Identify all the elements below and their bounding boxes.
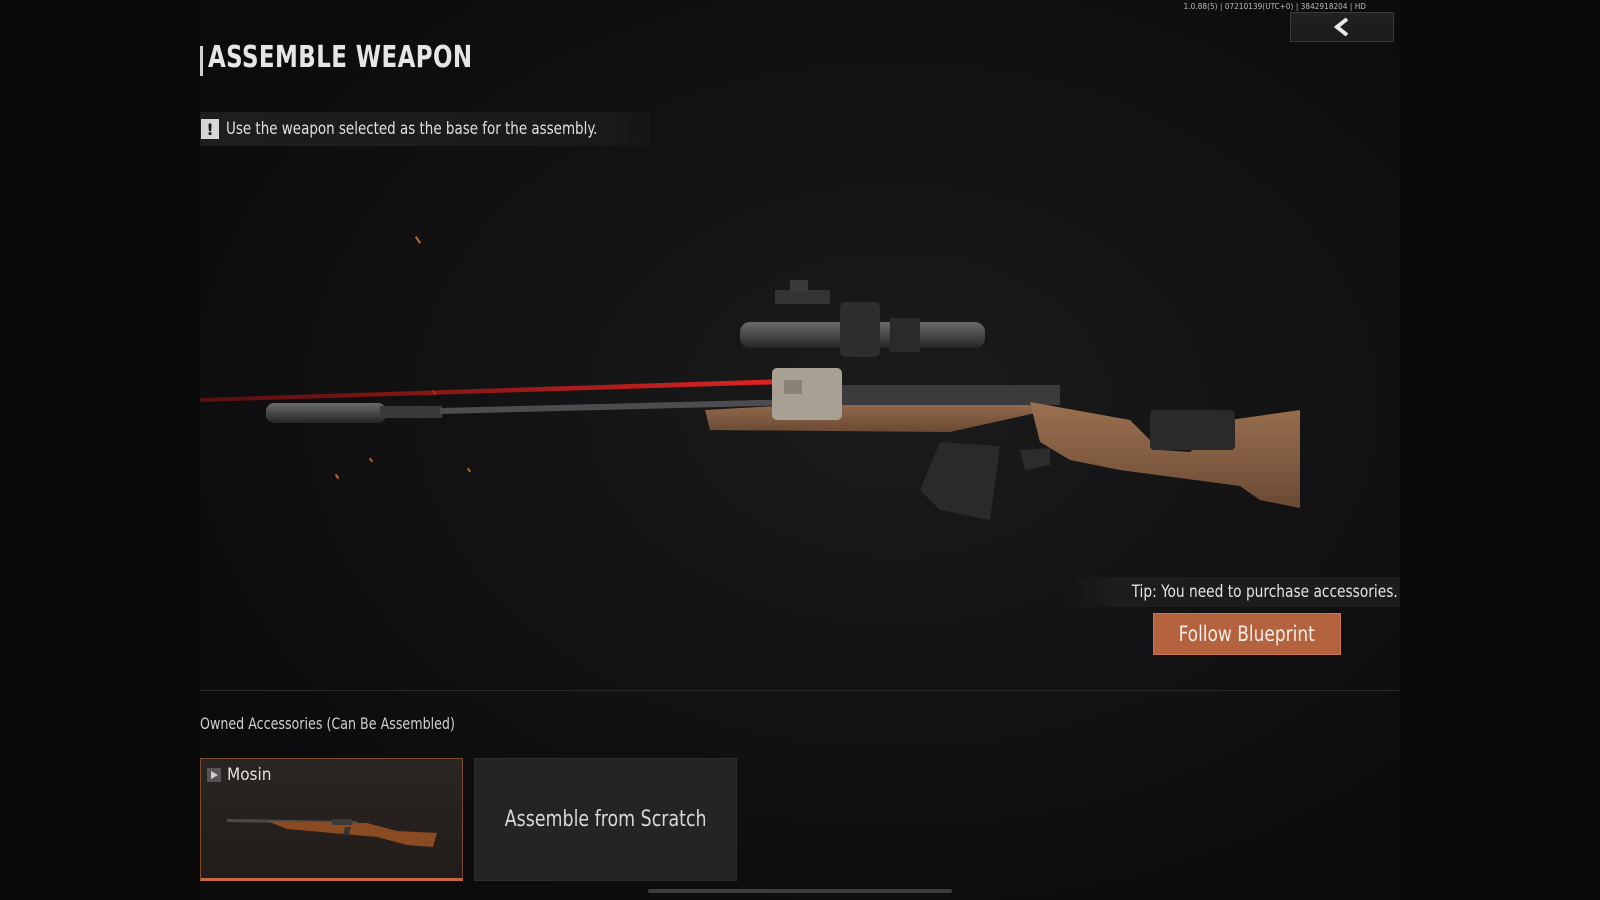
follow-blueprint-button[interactable]: Follow Blueprint (1153, 613, 1341, 655)
laser-beam (200, 379, 785, 402)
weapon-card-name: Mosin (227, 765, 272, 785)
assemble-from-scratch-card[interactable]: Assemble from Scratch (474, 758, 737, 881)
chevron-left-icon (1333, 17, 1349, 37)
play-icon (207, 768, 221, 782)
game-screen: 1.0.88(5) | 07210139(UTC+0) | 3842918204… (0, 0, 1600, 900)
scope (740, 280, 985, 357)
follow-blueprint-label: Follow Blueprint (1178, 622, 1316, 646)
notice-text: Use the weapon selected as the base for … (226, 119, 598, 139)
back-button[interactable] (1290, 12, 1394, 42)
page-title: ASSEMBLE WEAPON (208, 40, 473, 75)
title-accent-bar (200, 46, 203, 76)
tip-banner: Tip: You need to purchase accessories. (1064, 577, 1400, 607)
assemble-from-scratch-label: Assemble from Scratch (504, 807, 707, 832)
section-divider (200, 690, 1400, 691)
mosin-rifle-image (227, 819, 437, 847)
suppressor (266, 403, 386, 423)
magazine (920, 442, 1000, 520)
laser-module (772, 368, 842, 420)
version-info: 1.0.88(5) | 07210139(UTC+0) | 3842918204… (1183, 2, 1366, 11)
sniper-rifle-model (200, 280, 1300, 520)
exclamation-icon: ! (201, 119, 219, 139)
horizontal-scrollbar[interactable] (648, 889, 952, 893)
weapon-card-mosin[interactable]: Mosin (200, 758, 463, 881)
notice-banner: ! Use the weapon selected as the base fo… (200, 112, 650, 146)
tip-text: Tip: You need to purchase accessories. (1131, 582, 1398, 602)
owned-accessories-label: Owned Accessories (Can Be Assembled) (200, 714, 455, 733)
